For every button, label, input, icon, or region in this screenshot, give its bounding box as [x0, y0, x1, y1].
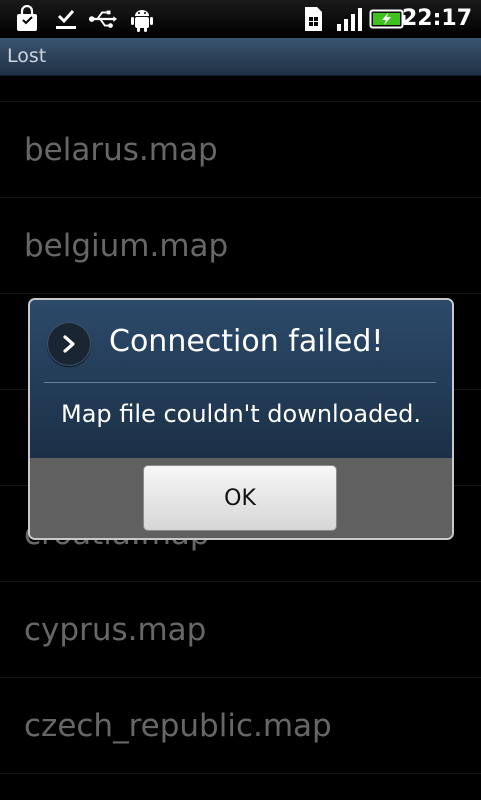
android-debug-icon [127, 4, 157, 34]
error-dialog: Connection failed! Map file couldn't dow… [28, 298, 454, 540]
dialog-header: Connection failed! Map file couldn't dow… [30, 300, 452, 458]
chevron-right-icon [47, 322, 91, 366]
download-done-icon [51, 4, 81, 34]
ok-button[interactable]: OK [143, 465, 337, 531]
app-title: Lost [7, 45, 47, 67]
shopping-bag-icon [12, 4, 42, 34]
dialog-divider [44, 382, 436, 383]
dialog-button-bar: OK [30, 458, 452, 538]
status-time: 22:17 [401, 6, 472, 31]
title-bar: Lost [0, 38, 481, 76]
signal-icon [334, 4, 366, 34]
sim-card-icon [298, 4, 328, 34]
status-bar: 22:17 [0, 0, 481, 39]
screen: 22:17 Lost belarus.map belgium.map croat… [0, 0, 481, 800]
usb-icon [88, 4, 118, 34]
dialog-title: Connection failed! [109, 324, 384, 359]
dialog-message: Map file couldn't downloaded. [61, 400, 421, 428]
